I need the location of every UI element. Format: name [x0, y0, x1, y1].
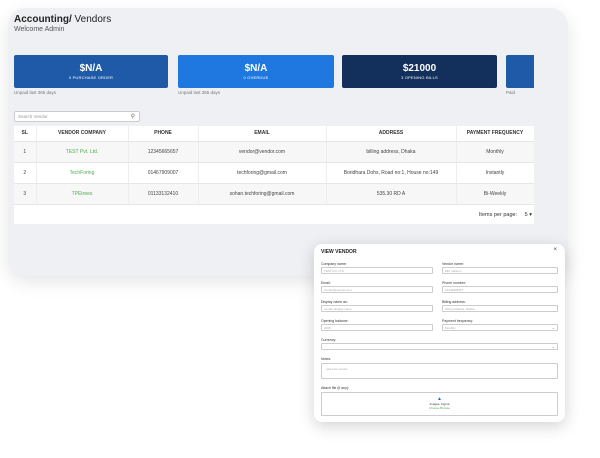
items-per-page-select[interactable]: 5 ▾: [525, 212, 532, 218]
notes-label: Notes:: [321, 357, 332, 361]
stat-note: Paid: [506, 90, 516, 95]
display-name-field[interactable]: vendor display name: [321, 305, 433, 312]
table-row[interactable]: 2 TechForing 01467909007 techforing@gmai…: [14, 162, 534, 184]
payment-frequency-value: Monthly: [445, 326, 456, 330]
stat-card-overdue[interactable]: $N/A 0 OVERDUE: [178, 55, 334, 88]
col-header-email[interactable]: EMAIL: [198, 126, 327, 142]
table-row[interactable]: 3 TPEtrees 01133132410 sohan.techforing@…: [14, 183, 534, 205]
stat-value: $N/A: [244, 63, 268, 74]
vendor-name-field[interactable]: MR. Haisem: [442, 267, 558, 274]
notes-placeholder: notes for vendor: [326, 367, 348, 371]
stat-note: Unpaid last 365 days: [178, 90, 221, 95]
company-name-field[interactable]: TEST Pvt. LTD.: [321, 267, 433, 274]
payment-frequency-select[interactable]: Monthly ⌄: [442, 324, 558, 331]
breadcrumb-main[interactable]: Accounting/: [14, 14, 72, 25]
app-window: Accounting/ Vendors Welcome Admin $N/A 0…: [8, 8, 568, 276]
col-header-company[interactable]: VENDOR COMPANY: [36, 126, 129, 142]
phone-field[interactable]: 12345665657: [442, 286, 558, 293]
opening-balance-field[interactable]: 2000: [321, 324, 433, 331]
cell-company[interactable]: TPEtrees: [36, 183, 129, 205]
cell-phone: 01133132410: [128, 183, 199, 205]
cell-phone: 01467909007: [128, 162, 199, 184]
phone-placeholder: 12345665657: [445, 288, 464, 292]
table-row[interactable]: 1 TEST Pvt. Ltd. 12345665657 vendor@vend…: [14, 141, 534, 163]
col-header-phone[interactable]: PHONE: [128, 126, 199, 142]
stat-label: 3 OPENING BILLS: [401, 75, 438, 80]
cell-email: techforing@gmail.com: [198, 162, 327, 184]
cell-address: 535.30 RD A: [326, 183, 457, 205]
close-icon[interactable]: ×: [553, 247, 557, 253]
billing-address-field[interactable]: billing address, Dhaka: [442, 305, 558, 312]
stat-value: $N/A: [79, 63, 103, 74]
cell-email: vendor@vendor.com: [198, 141, 327, 163]
stat-label: 0 PURCHASE ORDER: [68, 75, 114, 80]
cell-phone: 12345665657: [128, 141, 199, 163]
opening-balance-label: Opening balance:: [321, 319, 349, 323]
email-label: Email:: [321, 281, 331, 285]
cell-sl: 2: [14, 162, 37, 184]
cell-address: Boridhara Dohs, Road no:1, House no:149: [326, 162, 457, 184]
col-header-frequency[interactable]: PAYMENT FREQUENCY: [456, 126, 534, 142]
file-upload-dropzone[interactable]: ▲ Images, Figma Choose Browse: [321, 392, 558, 416]
chevron-down-icon: ⌄: [551, 325, 555, 330]
search-placeholder: Search Vendor: [18, 114, 48, 119]
email-placeholder: vendor@vendor.com: [324, 288, 352, 292]
cell-company[interactable]: TEST Pvt. Ltd.: [36, 141, 129, 163]
currency-select[interactable]: ⌄: [321, 343, 558, 350]
notes-textarea[interactable]: notes for vendor: [321, 363, 558, 379]
vendor-name-placeholder: MR. Haisem: [445, 269, 462, 273]
email-field[interactable]: vendor@vendor.com: [321, 286, 433, 293]
billing-address-label: Billing address:: [442, 300, 466, 304]
chevron-down-icon: ⌄: [551, 344, 555, 349]
attach-label: Attach file (if any):: [321, 386, 350, 390]
items-per-page-label: Items per page:: [478, 212, 518, 218]
display-name-label: Display name as:: [321, 300, 348, 304]
view-vendor-modal: VIEW VENDOR × Company name: TEST Pvt. LT…: [314, 244, 565, 422]
cell-frequency: Bi-Weekly: [456, 183, 534, 205]
stat-label: 0 OVERDUE: [243, 75, 269, 80]
cell-email: sohan.techforing@gmail.com: [198, 183, 327, 205]
app-content: Accounting/ Vendors Welcome Admin $N/A 0…: [8, 8, 534, 276]
breadcrumb-current: Vendors: [71, 14, 112, 25]
col-header-address[interactable]: ADDRESS: [326, 126, 457, 142]
display-name-placeholder: vendor display name: [324, 307, 352, 311]
currency-label: Currency:: [321, 338, 337, 342]
upload-browse-link[interactable]: Choose Browse: [322, 406, 557, 410]
stat-card-purchase-order[interactable]: $N/A 0 PURCHASE ORDER: [14, 55, 168, 88]
phone-label: Phone number:: [442, 281, 466, 285]
billing-address-placeholder: billing address, Dhaka: [445, 307, 475, 311]
col-header-sl[interactable]: SL: [14, 126, 37, 142]
stat-card-opening-bills[interactable]: $21000 3 OPENING BILLS: [342, 55, 497, 88]
cell-frequency: Instantly: [456, 162, 534, 184]
stat-value: $21000: [402, 63, 437, 74]
welcome-text: Welcome Admin: [14, 26, 65, 33]
stat-card-paid[interactable]: [506, 55, 534, 88]
search-input[interactable]: Search Vendor ⚲: [14, 111, 140, 122]
stat-note: Unpaid last 365 days: [14, 90, 57, 95]
cell-company[interactable]: TechForing: [36, 162, 129, 184]
chevron-down-icon: ▾: [529, 212, 532, 218]
vendor-table: SL VENDOR COMPANY PHONE EMAIL ADDRESS PA…: [14, 126, 534, 224]
items-per-page-value: 5: [524, 212, 528, 218]
cell-frequency: Monthly: [456, 141, 534, 163]
cell-address: billing address, Dhaka: [326, 141, 457, 163]
modal-title: VIEW VENDOR: [321, 249, 357, 255]
cell-sl: 3: [14, 183, 37, 205]
vendor-name-label: Vendor name:: [442, 262, 464, 266]
pagination: Items per page: 5 ▾: [479, 212, 532, 218]
company-name-label: Company name:: [321, 262, 347, 266]
search-icon[interactable]: ⚲: [131, 113, 135, 120]
breadcrumb: Accounting/ Vendors: [14, 14, 111, 25]
company-name-placeholder: TEST Pvt. LTD.: [324, 269, 345, 273]
table-header-row: SL VENDOR COMPANY PHONE EMAIL ADDRESS PA…: [14, 126, 534, 142]
payment-frequency-label: Payment frequency:: [442, 319, 474, 323]
cell-sl: 1: [14, 141, 37, 163]
opening-balance-placeholder: 2000: [324, 326, 331, 330]
